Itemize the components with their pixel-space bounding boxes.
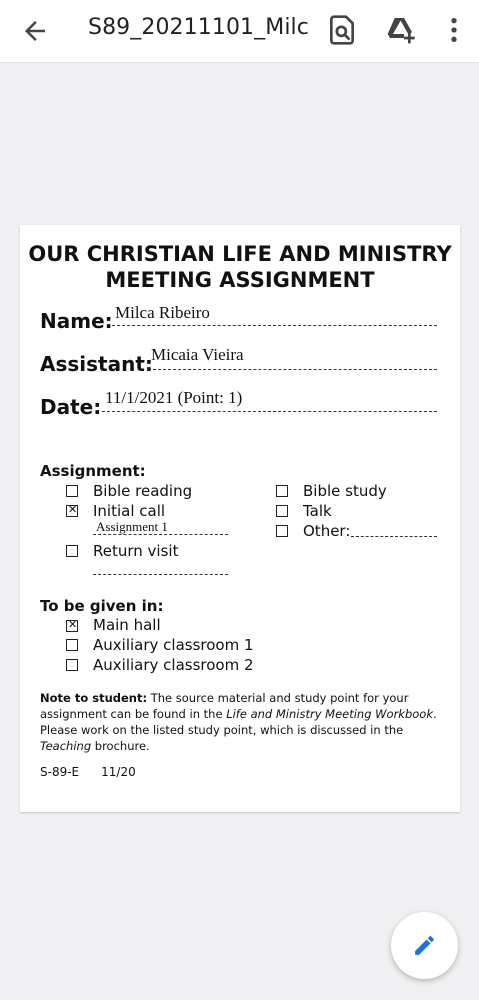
checkbox-aux-classroom-2[interactable] xyxy=(66,659,78,671)
note-part-3: brochure. xyxy=(91,739,150,753)
heading-line-1: OUR CHRISTIAN LIFE AND MINISTRY xyxy=(28,242,452,266)
checkbox-other[interactable] xyxy=(276,525,288,537)
more-vertical-icon[interactable] xyxy=(438,14,470,46)
edit-fab-button[interactable] xyxy=(391,912,458,979)
option-talk: Talk xyxy=(303,502,332,520)
note-bold: Note to student: xyxy=(40,691,148,705)
form-heading: OUR CHRISTIAN LIFE AND MINISTRY MEETING … xyxy=(20,241,460,293)
checkbox-return-visit[interactable] xyxy=(66,545,78,557)
date-value: 11/1/2021 (Point: 1) xyxy=(105,388,243,407)
date-label: Date: xyxy=(40,395,102,419)
document-page: OUR CHRISTIAN LIFE AND MINISTRY MEETING … xyxy=(20,225,460,812)
other-line xyxy=(351,536,437,537)
checkbox-main-hall[interactable] xyxy=(66,618,78,632)
assistant-label: Assistant: xyxy=(40,352,153,376)
option-initial-call: Initial call xyxy=(93,502,166,520)
form-code-line: S-89-E 11/20 xyxy=(40,765,136,779)
checkbox-talk[interactable] xyxy=(276,505,288,517)
assistant-value: Micaia Vieira xyxy=(151,345,244,364)
checkbox-aux-classroom-1[interactable] xyxy=(66,639,78,651)
checkbox-initial-call[interactable] xyxy=(66,503,78,517)
option-return-visit: Return visit xyxy=(93,542,179,560)
note-italic-2: Teaching xyxy=(40,739,92,753)
assignment-label: Assignment: xyxy=(40,462,146,480)
option-bible-reading: Bible reading xyxy=(93,482,193,500)
heading-line-2: MEETING ASSIGNMENT xyxy=(105,268,375,292)
initial-call-note: Assignment 1 xyxy=(96,519,168,534)
name-line xyxy=(112,325,437,326)
back-arrow-icon[interactable] xyxy=(20,16,50,46)
edit-pencil-icon xyxy=(415,936,434,955)
date-line xyxy=(102,411,437,412)
option-aux-classroom-1: Auxiliary classroom 1 xyxy=(93,636,254,654)
return-visit-line xyxy=(93,574,228,575)
document-title: S89_20211101_Milca... xyxy=(88,15,308,40)
option-aux-classroom-2: Auxiliary classroom 2 xyxy=(93,656,254,674)
option-bible-study: Bible study xyxy=(303,482,387,500)
note-italic-1: Life and Ministry Meeting Workbook xyxy=(226,707,433,721)
note-to-student: Note to student: The source material and… xyxy=(40,690,440,754)
initial-call-line xyxy=(93,534,228,535)
find-in-document-icon[interactable] xyxy=(326,14,358,46)
given-in-label: To be given in: xyxy=(40,597,164,615)
form-code: S-89-E xyxy=(40,765,80,779)
name-label: Name: xyxy=(40,309,113,333)
app-bar: S89_20211101_Milca... xyxy=(0,0,479,63)
name-value: Milca Ribeiro xyxy=(115,303,210,322)
option-main-hall: Main hall xyxy=(93,616,161,634)
checkbox-bible-reading[interactable] xyxy=(66,485,78,497)
checkbox-bible-study[interactable] xyxy=(276,485,288,497)
assistant-line xyxy=(148,369,437,370)
form-date: 11/20 xyxy=(101,765,136,779)
option-other: Other: xyxy=(303,522,351,540)
add-to-drive-icon[interactable] xyxy=(384,14,416,46)
